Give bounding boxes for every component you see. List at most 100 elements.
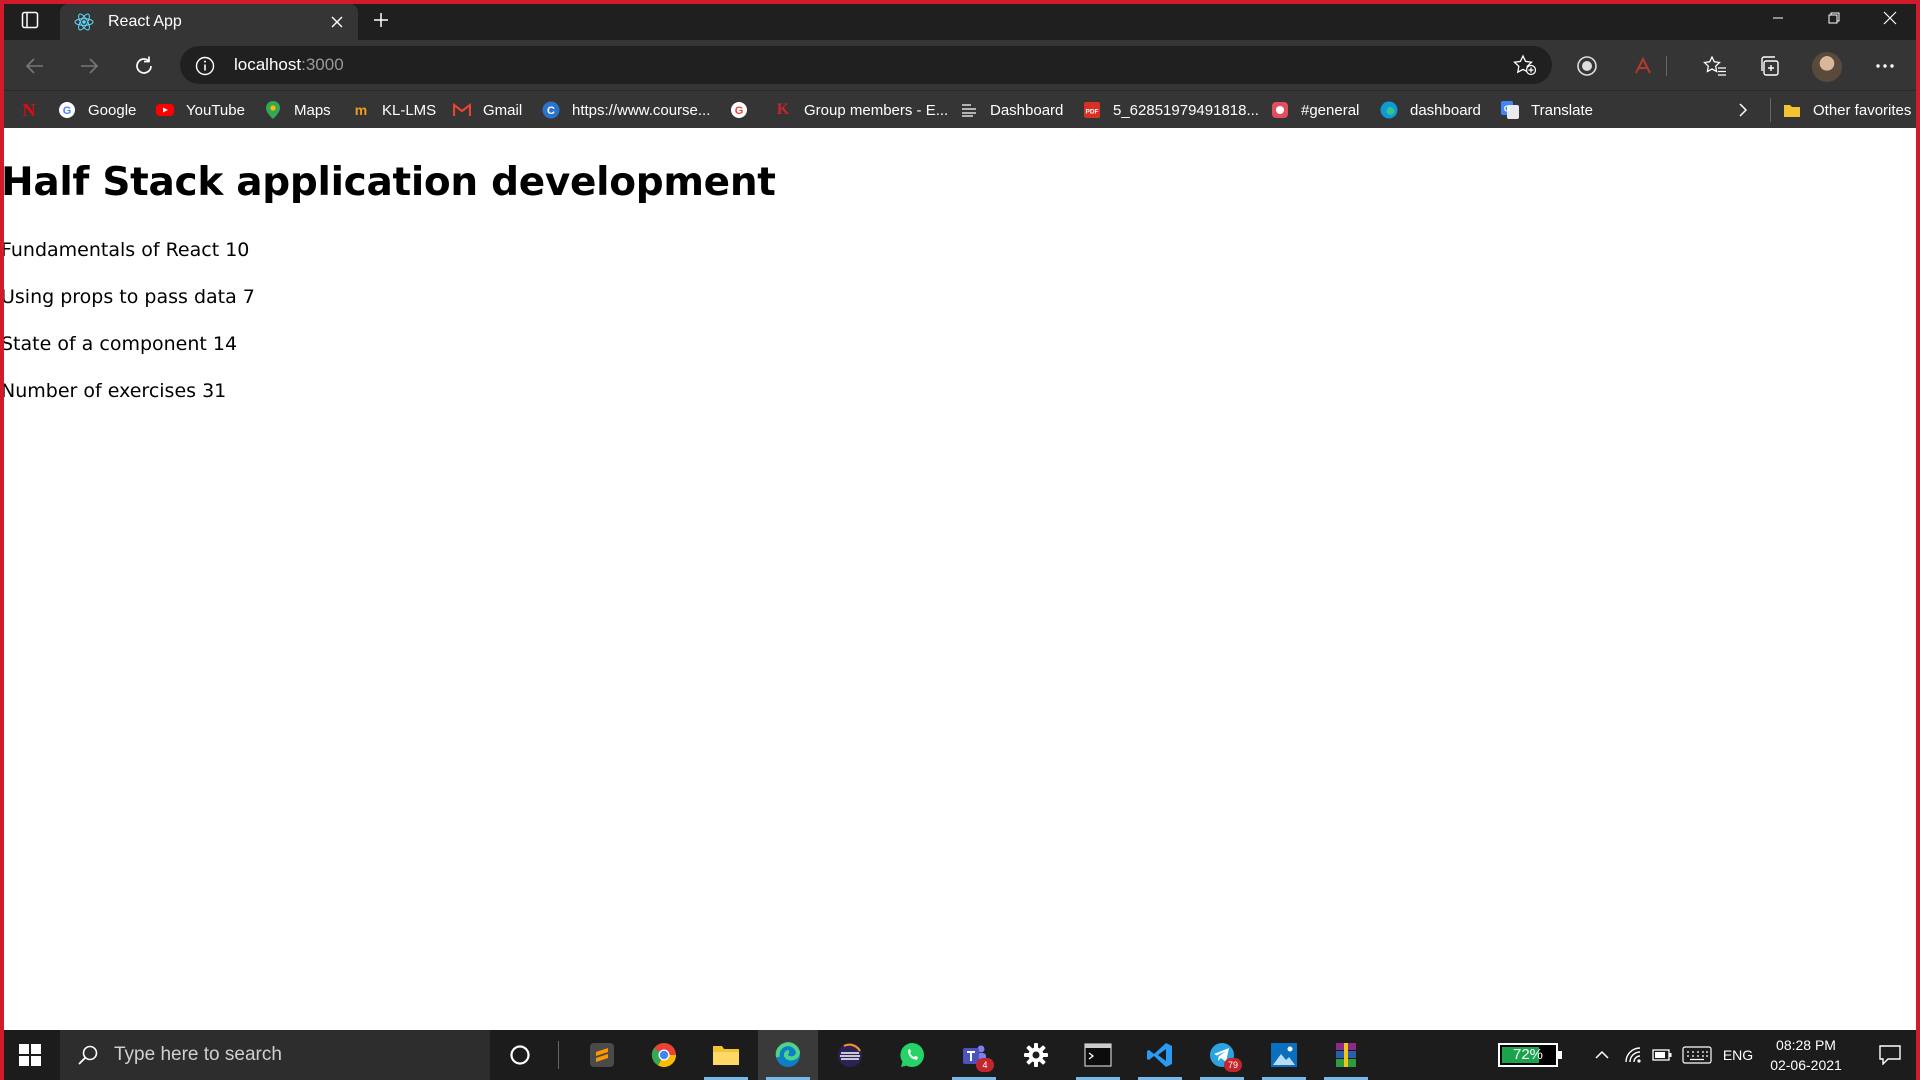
gmail-icon [453,101,471,119]
forward-button[interactable] [72,50,106,82]
show-hidden-icons-chevron-icon[interactable] [1588,1030,1616,1080]
telegram-notification-badge: 79 [1224,1058,1242,1072]
terminal-icon [1084,1043,1112,1067]
bookmark-google-2[interactable]: G [730,91,760,129]
youtube-icon [156,101,174,119]
sublime-text-app[interactable] [572,1030,632,1080]
bookmark-maps[interactable]: Maps [264,91,331,129]
bookmark-label: Dashboard [990,101,1064,119]
wifi-icon[interactable] [1620,1030,1648,1080]
bookmark-coursera[interactable]: C https://www.course... [542,91,710,129]
file-explorer-app[interactable] [696,1030,756,1080]
back-button[interactable] [18,50,52,82]
windows-logo-icon [19,1044,41,1066]
whatsapp-app[interactable] [882,1030,942,1080]
restore-button[interactable] [1806,0,1862,36]
url-text[interactable]: localhost:3000 [234,55,344,75]
collections-button[interactable] [1753,50,1787,82]
bookmark-label: https://www.course... [572,101,711,119]
winrar-icon [1336,1043,1356,1067]
bookmark-group-members[interactable]: K Group members - E... [774,91,948,129]
settings-more-button[interactable] [1868,50,1902,82]
svg-text:G: G [735,105,744,117]
battery-nub [1558,1051,1562,1059]
dashboard-icon [960,101,978,119]
extension-record-icon[interactable] [1570,50,1604,82]
start-button[interactable] [0,1030,60,1080]
photos-app[interactable] [1254,1030,1314,1080]
eclipse-icon [838,1043,862,1067]
toolbar-divider [1660,50,1672,82]
part-fundamentals: Fundamentals of React 10 [1,239,250,261]
new-tab-button[interactable] [366,6,396,34]
chrome-icon [651,1043,676,1068]
teams-app[interactable]: 4 [944,1030,1004,1080]
photos-icon [1271,1043,1297,1067]
bookmark-dashboard[interactable]: Dashboard [960,91,1063,129]
svg-text:PDF: PDF [1086,109,1099,116]
keyboard-icon[interactable] [1680,1030,1714,1080]
bookmark-kl-lms[interactable]: m KL-LMS [352,91,436,129]
terminal-app[interactable] [1068,1030,1128,1080]
react-icon [74,12,94,32]
profile-avatar[interactable] [1812,52,1842,82]
taskbar-search[interactable]: Type here to search [60,1030,490,1080]
battery-percent: 72% [1512,1046,1544,1063]
exercises-total: Number of exercises 31 [1,380,227,402]
bookmark-label: KL-LMS [382,101,437,119]
address-bar[interactable]: localhost:3000 [180,46,1552,84]
bookmark-label: YouTube [186,101,245,119]
svg-text:C: C [547,105,555,117]
site-info-icon[interactable] [194,55,216,77]
kl-lms-icon: m [354,102,368,118]
settings-app[interactable] [1006,1030,1066,1080]
part-state: State of a component 14 [1,333,238,355]
tab-react-app[interactable]: React App [60,4,358,40]
telegram-app[interactable]: 79 [1192,1030,1252,1080]
google-icon: G [58,101,76,119]
battery-indicator[interactable]: 72% [1498,1043,1562,1067]
maps-pin-icon [264,101,282,119]
group-icon: K [776,101,790,118]
notifications-icon[interactable] [1866,1030,1914,1080]
battery-tray-icon[interactable] [1648,1030,1676,1080]
bookmark-label: Maps [294,101,331,119]
refresh-button[interactable] [127,50,161,82]
tab-actions-button[interactable] [16,8,44,32]
bookmark-dashboard-edge[interactable]: dashboard [1380,91,1481,129]
more-favorites-chevron-icon[interactable] [1728,95,1758,125]
bookmark-pdf[interactable]: PDF 5_62851979491818... [1083,91,1259,129]
extension-acrobat-icon[interactable] [1626,50,1660,82]
close-tab-icon[interactable] [322,7,352,37]
bookmark-label: Group members - E... [804,101,949,119]
bookmark-youtube[interactable]: YouTube [156,91,245,129]
favorites-bar: N G Google YouTube Maps m KL-LMS Gmail C… [0,90,1920,128]
winrar-app[interactable] [1316,1030,1376,1080]
add-favorite-icon[interactable] [1512,53,1538,77]
vscode-app[interactable] [1130,1030,1190,1080]
minimize-button[interactable] [1750,0,1806,36]
edge-icon [1380,101,1398,119]
other-favorites[interactable]: Other favorites [1770,98,1911,122]
language-indicator[interactable]: ENG [1718,1030,1758,1080]
system-clock[interactable]: 08:28 PM 02-06-2021 [1760,1035,1852,1075]
bookmark-general[interactable]: #general [1271,91,1359,129]
cortana-button[interactable] [490,1030,550,1080]
bookmark-translate[interactable]: G Translate [1501,91,1593,129]
bookmark-label: #general [1301,101,1360,119]
bookmark-gmail[interactable]: Gmail [453,91,522,129]
bookmark-netflix[interactable]: N [20,91,50,129]
bookmark-google[interactable]: G Google [58,91,136,129]
edge-app[interactable] [758,1030,818,1080]
windows-taskbar: Type here to search 4 79 72% ENG 08:28 P… [0,1030,1920,1080]
browser-tab-bar: React App [0,0,1920,40]
svg-text:G: G [1504,105,1510,114]
close-window-button[interactable] [1862,0,1918,36]
bookmark-label: Gmail [483,101,523,119]
chrome-app[interactable] [634,1030,694,1080]
refresh-icon [136,56,152,74]
sublime-text-icon [590,1043,614,1067]
eclipse-app[interactable] [820,1030,880,1080]
favorites-button[interactable] [1698,50,1732,82]
taskbar-divider [556,1030,560,1080]
